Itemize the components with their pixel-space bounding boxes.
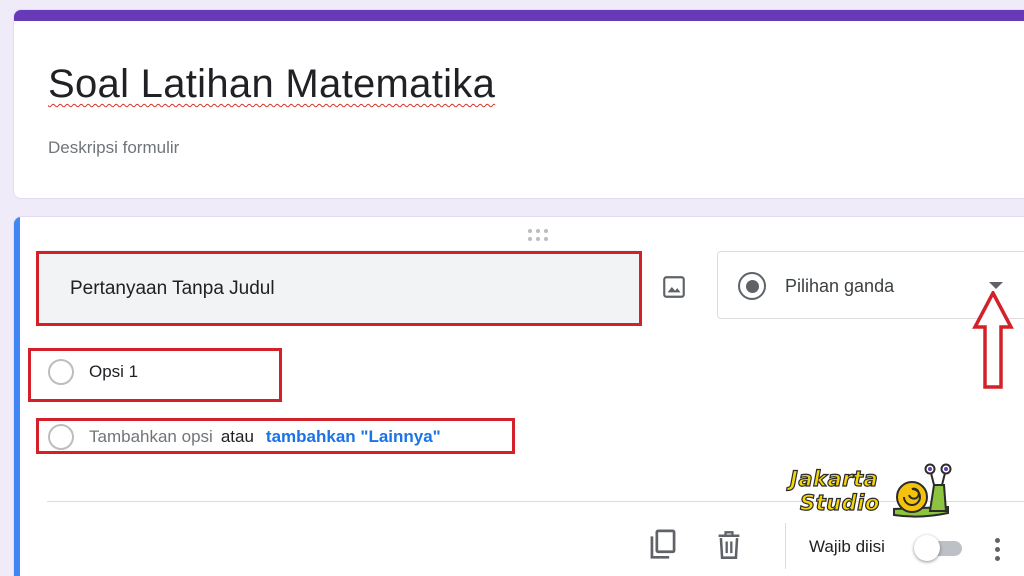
form-title[interactable]: Soal Latihan Matematika <box>48 62 495 107</box>
drag-handle-icon[interactable] <box>528 229 552 241</box>
more-options-button[interactable] <box>984 527 1010 571</box>
toolbar-separator <box>785 523 786 569</box>
watermark-logo: Jakarta Studio <box>789 463 955 523</box>
required-label: Wajib diisi <box>809 537 885 556</box>
question-title-text: Pertanyaan Tanpa Judul <box>70 278 275 299</box>
watermark-line1: Jakarta <box>789 466 879 491</box>
form-title-text: Soal Latihan Matematika <box>48 62 496 106</box>
add-image-button[interactable] <box>654 267 694 307</box>
delete-icon <box>718 531 740 559</box>
add-option-row[interactable]: Tambahkan opsi atau tambahkan "Lainnya" <box>48 423 441 451</box>
add-other-link[interactable]: tambahkan "Lainnya" <box>266 427 441 447</box>
option-radio-icon <box>48 424 74 450</box>
duplicate-button[interactable] <box>643 525 683 565</box>
active-question-indicator <box>14 217 20 576</box>
or-text: atau <box>220 427 254 446</box>
snail-mascot-icon <box>893 463 952 518</box>
toggle-thumb <box>914 535 940 561</box>
required-toggle[interactable] <box>914 535 964 561</box>
add-option-link[interactable]: Tambahkan opsi <box>89 427 213 447</box>
dropdown-arrow-icon[interactable] <box>989 282 1003 289</box>
radio-button-icon <box>738 272 766 300</box>
delete-button[interactable] <box>709 525 749 565</box>
question-title-input[interactable]: Pertanyaan Tanpa Judul <box>38 250 640 326</box>
theme-accent-bar <box>14 10 1024 21</box>
question-type-label: Pilihan ganda <box>785 276 895 296</box>
image-icon <box>663 276 685 298</box>
copy-icon <box>650 529 676 559</box>
option-label[interactable]: Opsi 1 <box>89 362 138 382</box>
option-row[interactable]: Opsi 1 <box>48 358 138 386</box>
form-header-card: Soal Latihan Matematika Deskripsi formul… <box>13 9 1024 199</box>
annotation-up-arrow-icon <box>972 291 1014 389</box>
form-description-field[interactable]: Deskripsi formulir <box>48 138 179 158</box>
watermark-line2: Studio <box>799 490 880 515</box>
option-radio-icon <box>48 359 74 385</box>
more-vertical-icon <box>994 537 1000 543</box>
